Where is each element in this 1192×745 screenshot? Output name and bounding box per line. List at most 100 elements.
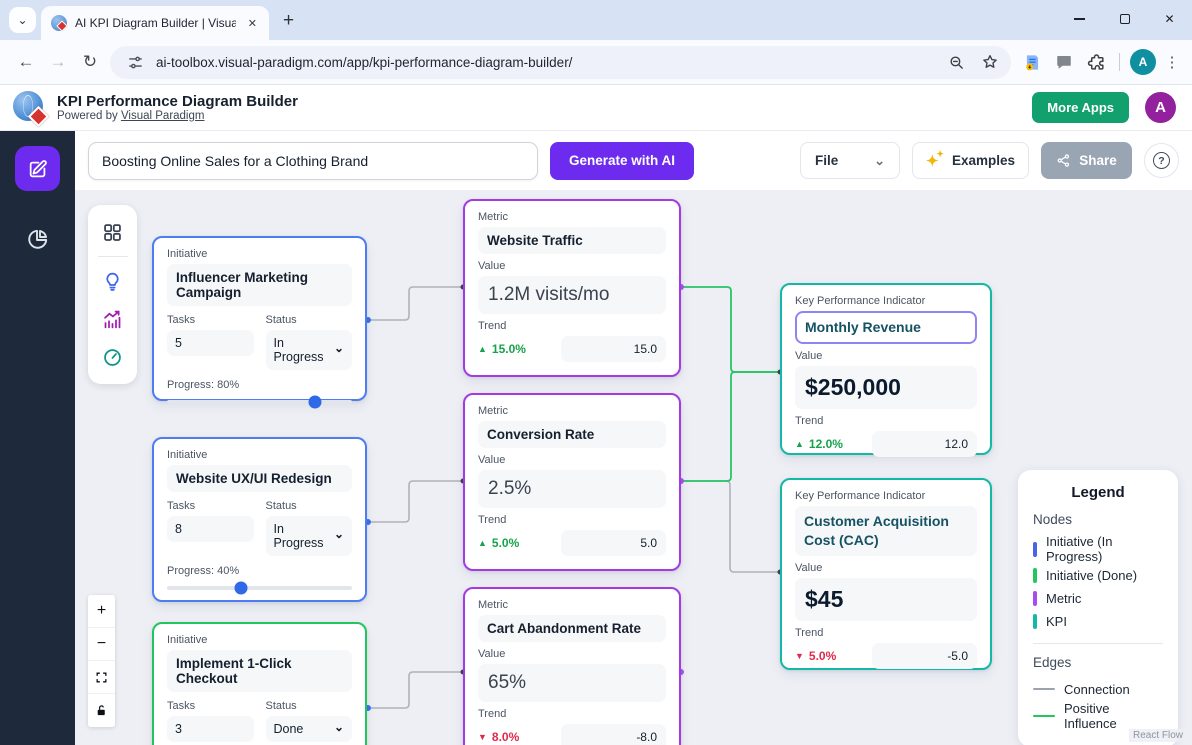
new-tab-button[interactable]: + [283,10,294,32]
tasks-input[interactable]: 5 [167,330,254,356]
visual-paradigm-link[interactable]: Visual Paradigm [121,110,205,122]
zoom-in-button[interactable]: + [88,595,115,628]
kpi-node-customer-acquisition-cost[interactable]: Key Performance Indicator Customer Acqui… [780,478,992,670]
window-minimize-button[interactable] [1057,0,1102,38]
node-type-label: Initiative [167,248,352,260]
metric-node-cart-abandonment-rate[interactable]: Metric Cart Abandonment Rate Value 65% T… [463,587,681,745]
edge-connection[interactable] [368,672,463,708]
edge-connection[interactable] [681,481,780,572]
gauge-icon [102,347,123,368]
trend-value-input[interactable]: 15.0 [561,336,666,362]
metric-value-field[interactable]: 2.5% [478,470,666,508]
help-button[interactable]: ? [1144,143,1179,178]
metric-value-field[interactable]: 65% [478,664,666,702]
slider-thumb[interactable] [235,582,248,595]
reload-button[interactable]: ↻ [74,46,106,78]
legend-color-swatch [1033,591,1037,606]
trend-value-input[interactable]: -8.0 [561,724,666,745]
metric-node-website-traffic[interactable]: Metric Website Traffic Value 1.2M visits… [463,199,681,377]
palette-metric-button[interactable] [88,300,137,338]
metric-name-field[interactable]: Cart Abandonment Rate [478,615,666,642]
examples-button[interactable]: ✦✦ Examples [912,142,1029,179]
window-close-button[interactable]: ✕ [1147,0,1192,38]
trend-value-input[interactable]: -5.0 [872,643,977,669]
trend-value-input[interactable]: 5.0 [561,530,666,556]
kpi-name-input[interactable]: Monthly Revenue [795,311,977,344]
more-apps-button[interactable]: More Apps [1032,92,1129,123]
initiative-name-field[interactable]: Website UX/UI Redesign [167,465,352,492]
edge-connection[interactable] [368,481,463,522]
trend-label: Trend [478,708,666,720]
value-label: Value [478,454,666,466]
diagram-canvas[interactable]: Initiative Influencer Marketing Campaign… [75,190,1192,745]
zoom-page-icon[interactable] [943,49,969,75]
tab-search-button[interactable]: ⌄ [9,7,36,33]
kpi-name-field[interactable]: Customer Acquisition Cost (CAC) [795,506,977,556]
back-button[interactable]: ← [10,46,42,78]
prompt-toolbar: Generate with AI File⌄ ✦✦ Examples Share… [75,131,1192,190]
browser-menu-icon[interactable]: ⋮ [1162,53,1182,71]
status-select[interactable]: In Progress⌄ [266,516,353,556]
fit-view-button[interactable] [88,661,115,694]
metric-name-field[interactable]: Conversion Rate [478,421,666,448]
kpi-value-field[interactable]: $45 [795,578,977,621]
comment-icon[interactable] [1051,49,1077,75]
initiative-name-field[interactable]: Implement 1-Click Checkout [167,650,352,692]
share-button[interactable]: Share [1041,142,1132,179]
window-controls: ✕ [1057,0,1192,38]
sparkles-icon: ✦✦ [926,152,944,170]
file-menu-button[interactable]: File⌄ [800,142,900,179]
kpi-value-field[interactable]: $250,000 [795,366,977,409]
chevron-down-icon: ⌄ [334,527,344,541]
tasks-input[interactable]: 8 [167,516,254,542]
sidebar-item-diagram-editor[interactable] [15,146,60,191]
palette-all-nodes-button[interactable] [88,213,137,251]
edge-connection[interactable] [368,287,463,320]
zoom-out-button[interactable]: − [88,628,115,661]
metric-name-field[interactable]: Website Traffic [478,227,666,254]
legend-nodes-heading: Nodes [1033,512,1163,527]
metric-node-conversion-rate[interactable]: Metric Conversion Rate Value 2.5% Trend … [463,393,681,571]
url-text[interactable]: ai-toolbox.visual-paradigm.com/app/kpi-p… [156,55,935,70]
edge-positive-influence[interactable] [681,372,780,481]
legend-item: KPI [1033,610,1163,633]
tab-close-icon[interactable]: ✕ [244,15,261,32]
tasks-input[interactable]: 3 [167,716,254,742]
edge-positive-influence[interactable] [681,287,780,372]
trend-up-icon [795,439,804,449]
status-label: Status [266,314,353,326]
progress-slider[interactable] [167,586,352,590]
legend-color-swatch [1033,614,1037,629]
initiative-node-website-ux-ui-redesign[interactable]: Initiative Website UX/UI Redesign Tasks … [152,437,367,602]
value-label: Value [795,562,977,574]
metric-value-field[interactable]: 1.2M visits/mo [478,276,666,314]
palette-initiative-button[interactable] [88,262,137,300]
tasks-label: Tasks [167,314,254,326]
window-maximize-button[interactable] [1102,0,1147,38]
chevron-down-icon: ⌄ [334,720,344,734]
node-type-label: Metric [478,211,666,223]
extensions-icon[interactable] [1083,49,1109,75]
kpi-node-monthly-revenue[interactable]: Key Performance Indicator Monthly Revenu… [780,283,992,455]
slider-thumb[interactable] [309,396,322,409]
progress-slider[interactable] [167,400,352,404]
initiative-node-influencer-marketing-campaign[interactable]: Initiative Influencer Marketing Campaign… [152,236,367,401]
forward-button[interactable]: → [42,46,74,78]
address-bar[interactable]: ai-toolbox.visual-paradigm.com/app/kpi-p… [110,46,1011,79]
sidebar-item-charts[interactable] [15,216,60,261]
browser-profile-avatar[interactable]: A [1130,49,1156,75]
prompt-input[interactable] [88,142,538,180]
lock-button[interactable] [88,694,115,727]
reading-list-download-icon[interactable] [1019,49,1045,75]
status-select[interactable]: Done⌄ [266,716,353,742]
browser-tab[interactable]: AI KPI Diagram Builder | Visualiz ✕ [41,6,269,40]
site-info-icon[interactable] [122,49,148,75]
status-select[interactable]: In Progress⌄ [266,330,353,370]
generate-with-ai-button[interactable]: Generate with AI [550,142,694,180]
bookmark-star-icon[interactable] [977,49,1003,75]
trend-value-input[interactable]: 12.0 [872,431,977,457]
palette-kpi-button[interactable] [88,338,137,376]
initiative-name-field[interactable]: Influencer Marketing Campaign [167,264,352,306]
initiative-node-implement-1-click-checkout[interactable]: Initiative Implement 1-Click Checkout Ta… [152,622,367,745]
account-avatar[interactable]: A [1145,92,1176,123]
